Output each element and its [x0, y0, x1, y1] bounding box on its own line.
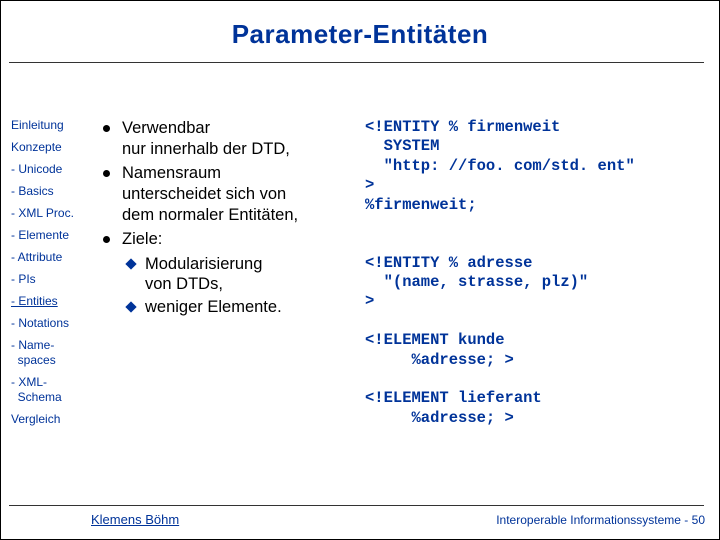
outline-item-current: - Entities	[11, 294, 99, 309]
sub-bullet-item: weniger Elemente.	[127, 297, 361, 318]
outline-item: - XML- Schema	[11, 375, 99, 405]
outline-item: - Notations	[11, 316, 99, 331]
outline-item: - Name- spaces	[11, 338, 99, 368]
slide-footer: Klemens Böhm Interoperable Informationss…	[1, 505, 719, 527]
outline-item: - Unicode	[11, 162, 99, 177]
content-area: Einleitung Konzepte - Unicode - Basics -…	[1, 63, 719, 434]
diamond-icon	[125, 258, 136, 269]
bullet-item: Ziele:	[103, 229, 361, 250]
outline-item: - PIs	[11, 272, 99, 287]
outline-item: Konzepte	[11, 140, 99, 155]
outline-item: - XML Proc.	[11, 206, 99, 221]
bullet-text: Namensraum unterscheidet sich von dem no…	[122, 163, 298, 225]
bullet-text: Verwendbar nur innerhalb der DTD,	[122, 118, 290, 159]
bullet-icon	[103, 236, 110, 243]
code-block: <!ENTITY % firmenweit SYSTEM "http: //fo…	[361, 118, 719, 428]
outline-item: - Attribute	[11, 250, 99, 265]
sub-bullet-text: Modularisierung von DTDs,	[145, 254, 262, 295]
bullet-item: Verwendbar nur innerhalb der DTD,	[103, 118, 361, 159]
bullet-icon	[103, 170, 110, 177]
slide-title: Parameter-Entitäten	[1, 1, 719, 60]
outline-item: - Basics	[11, 184, 99, 199]
outline-sidebar: Einleitung Konzepte - Unicode - Basics -…	[11, 118, 103, 434]
page-indicator: Interoperable Informationssysteme - 50	[496, 513, 705, 527]
bullet-item: Namensraum unterscheidet sich von dem no…	[103, 163, 361, 225]
bullet-icon	[103, 125, 110, 132]
sub-bullet-item: Modularisierung von DTDs,	[127, 254, 361, 295]
bullet-list: Verwendbar nur innerhalb der DTD, Namens…	[103, 118, 361, 320]
outline-item: Einleitung	[11, 118, 99, 133]
bullet-text: Ziele:	[122, 229, 162, 250]
author-name: Klemens Böhm	[91, 512, 179, 527]
sub-bullet-text: weniger Elemente.	[145, 297, 282, 318]
diamond-icon	[125, 301, 136, 312]
outline-item: - Elemente	[11, 228, 99, 243]
outline-item: Vergleich	[11, 412, 99, 427]
